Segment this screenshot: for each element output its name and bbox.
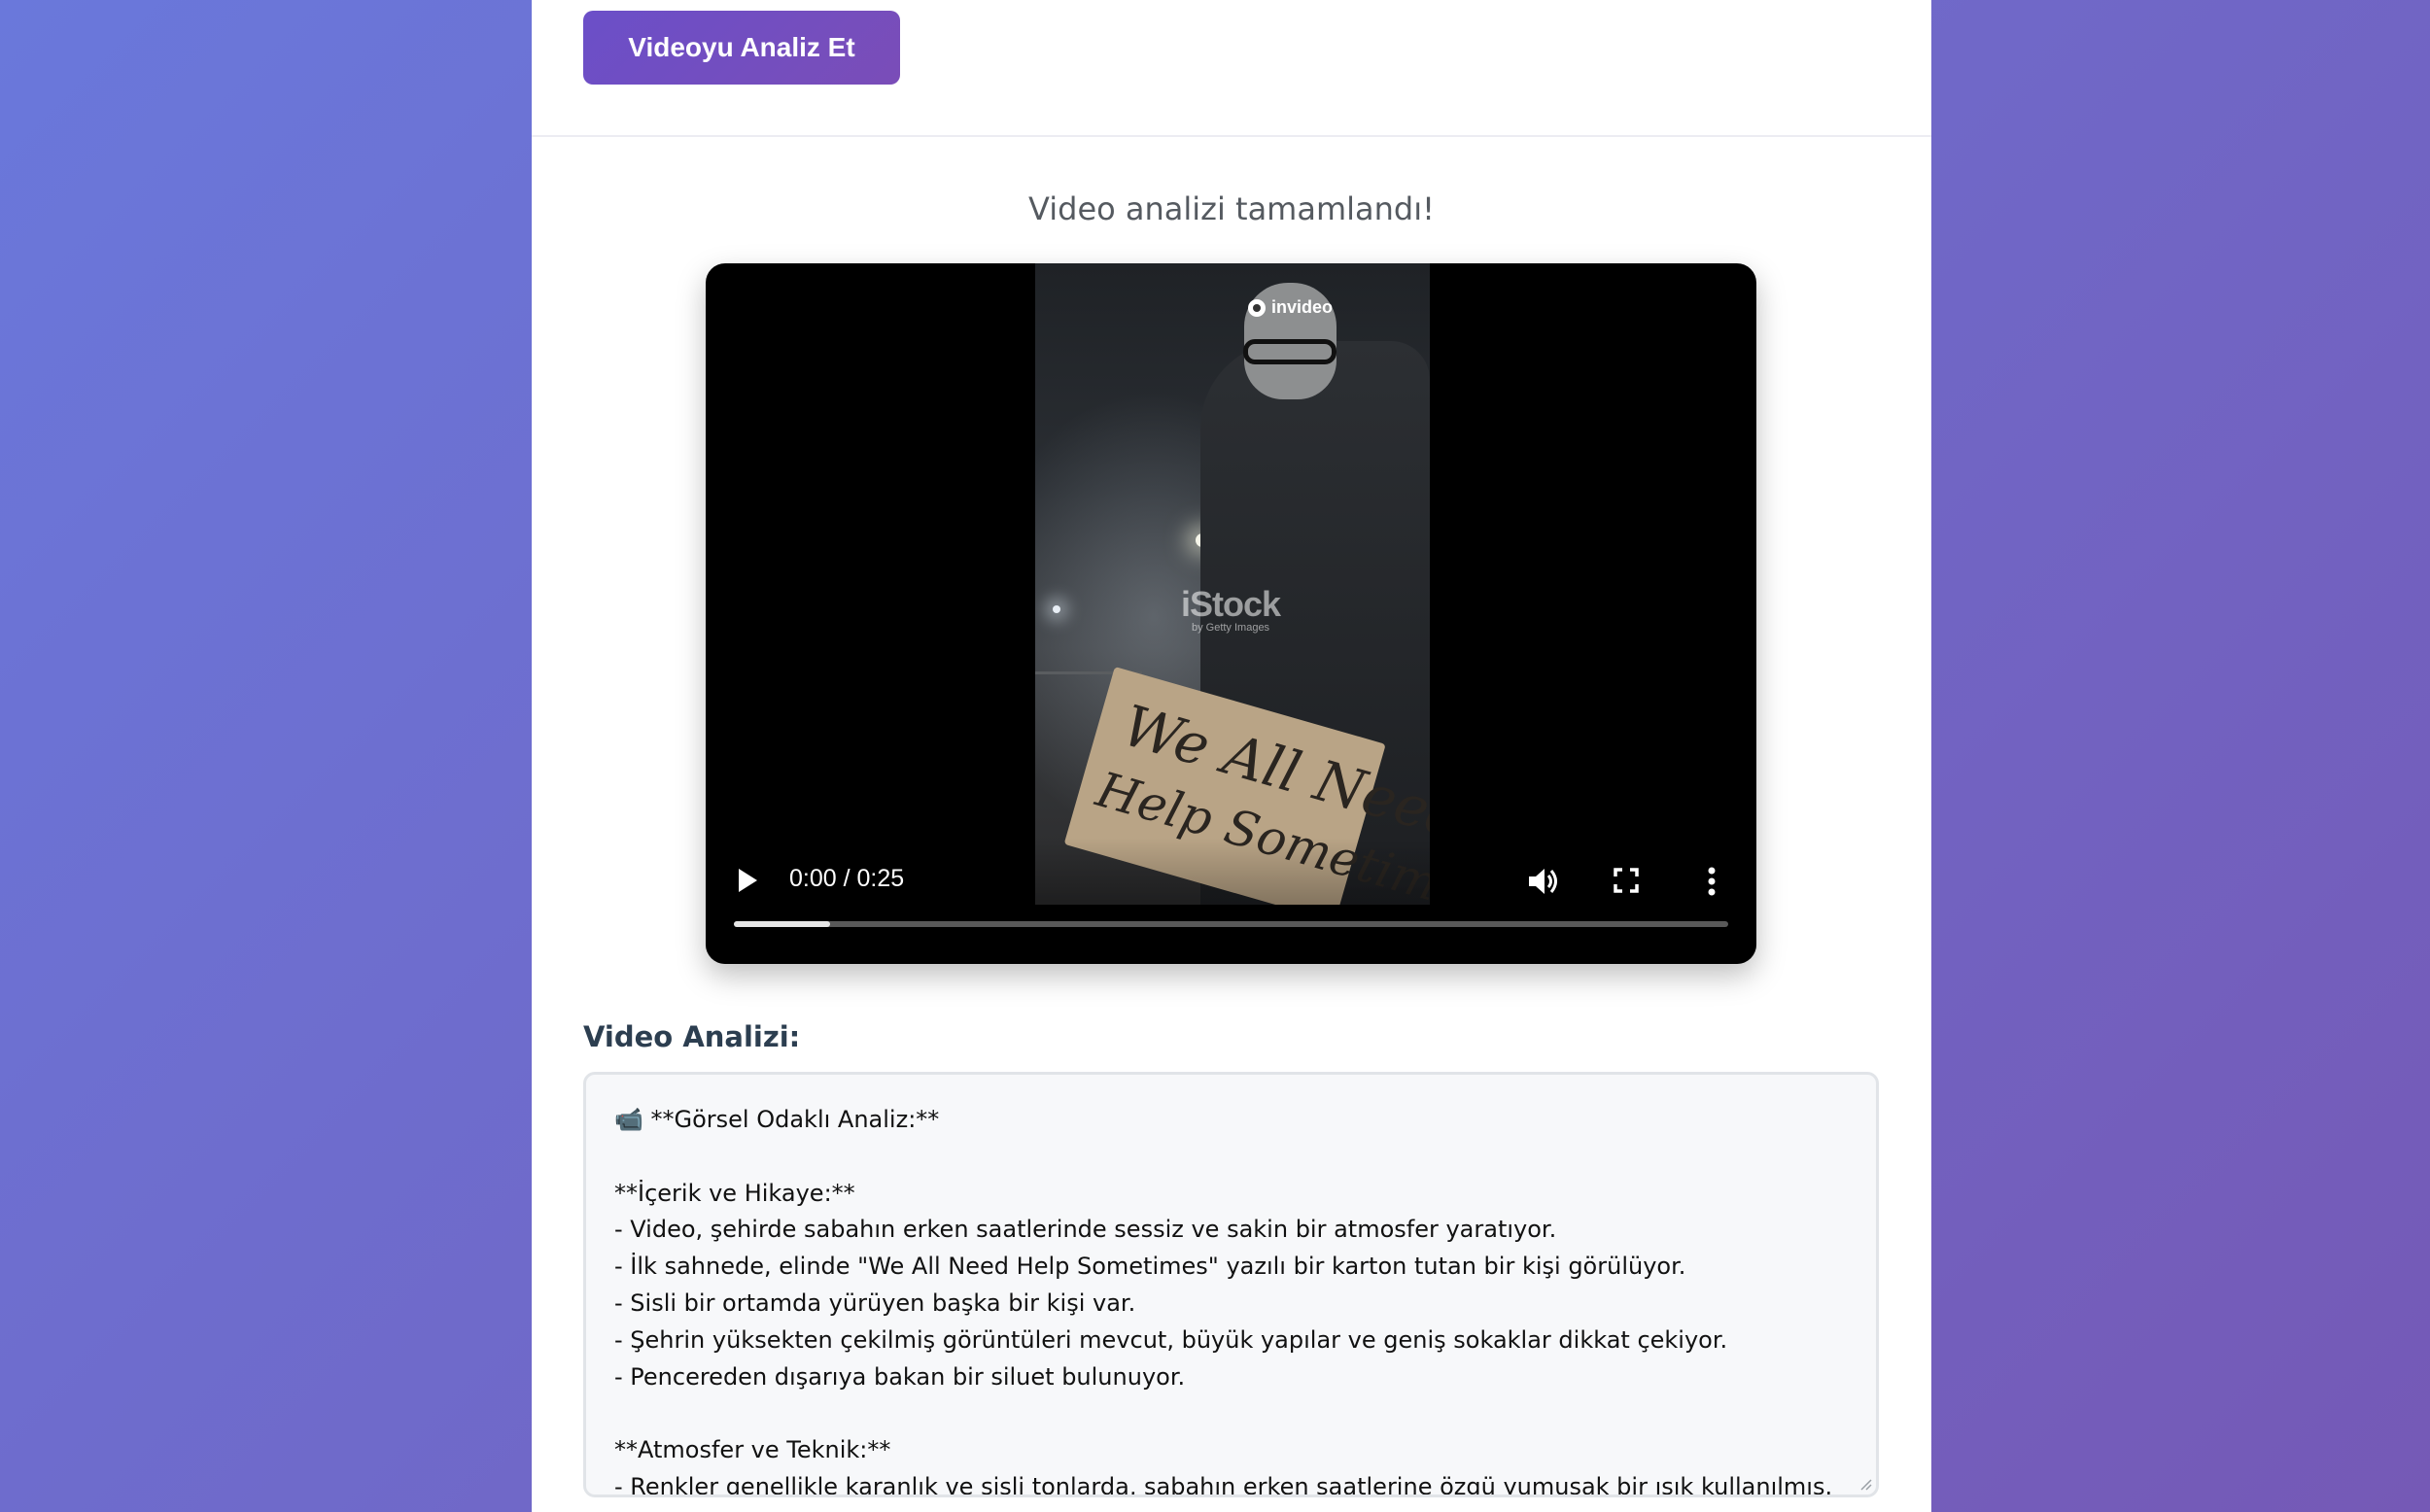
analysis-line: 📹 **Görsel Odaklı Analiz:**	[614, 1106, 940, 1133]
upload-section: Videoyu Analiz Et	[532, 0, 1931, 137]
watermark-main: iStock	[1181, 584, 1281, 624]
invideo-logo-icon	[1248, 298, 1266, 317]
time-display: 0:00 / 0:25	[789, 865, 905, 892]
analysis-line: - Renkler genellikle karanlık ve sisli t…	[614, 1472, 1833, 1497]
video-player[interactable]: invideo iStock by Getty Images We All Ne…	[706, 263, 1756, 964]
video-controls	[706, 838, 1756, 964]
street-light-distant	[1053, 605, 1060, 613]
video-frame: invideo iStock by Getty Images We All Ne…	[1035, 263, 1430, 905]
progress-buffered	[734, 921, 831, 927]
analysis-title: Video Analizi:	[583, 1020, 801, 1053]
resize-grip-icon[interactable]	[1858, 1477, 1872, 1491]
analysis-line: **İçerik ve Hikaye:**	[614, 1179, 855, 1207]
volume-button[interactable]	[1526, 864, 1561, 899]
analyze-video-button[interactable]: Videoyu Analiz Et	[583, 11, 900, 85]
volume-icon	[1529, 869, 1557, 894]
main-card: Videoyu Analiz Et Video analizi tamamlan…	[532, 0, 1931, 1512]
analysis-line	[614, 1395, 1848, 1432]
analysis-line: - Video, şehirde sabahın erken saatlerin…	[614, 1216, 1557, 1244]
analysis-line: - İlk sahnede, elinde "We All Need Help …	[614, 1253, 1686, 1281]
glasses	[1243, 339, 1336, 364]
play-button[interactable]	[733, 866, 762, 895]
fullscreen-icon	[1614, 868, 1639, 893]
analysis-line: **Atmosfer ve Teknik:**	[614, 1436, 891, 1464]
more-options-button[interactable]	[1697, 864, 1726, 899]
fullscreen-button[interactable]	[1612, 866, 1641, 895]
watermark-sub: by Getty Images	[1191, 622, 1270, 634]
brand-label: invideo	[1271, 297, 1334, 317]
status-message: Video analizi tamamlandı!	[1028, 190, 1435, 227]
analysis-line: - Şehrin yüksekten çekilmiş görüntüleri …	[614, 1325, 1728, 1354]
analysis-line	[614, 1139, 1848, 1176]
analysis-textarea[interactable]: 📹 **Görsel Odaklı Analiz:** **İçerik ve H…	[583, 1072, 1879, 1497]
analysis-line: - Pencereden dışarıya bakan bir siluet b…	[614, 1362, 1186, 1391]
progress-bar[interactable]	[734, 921, 1728, 927]
stock-watermark: iStock by Getty Images	[1181, 584, 1281, 635]
more-options-icon	[1708, 867, 1716, 896]
invideo-brand: invideo	[1248, 297, 1333, 318]
analysis-line: - Sisli bir ortamda yürüyen başka bir ki…	[614, 1289, 1136, 1317]
play-icon	[739, 869, 757, 892]
